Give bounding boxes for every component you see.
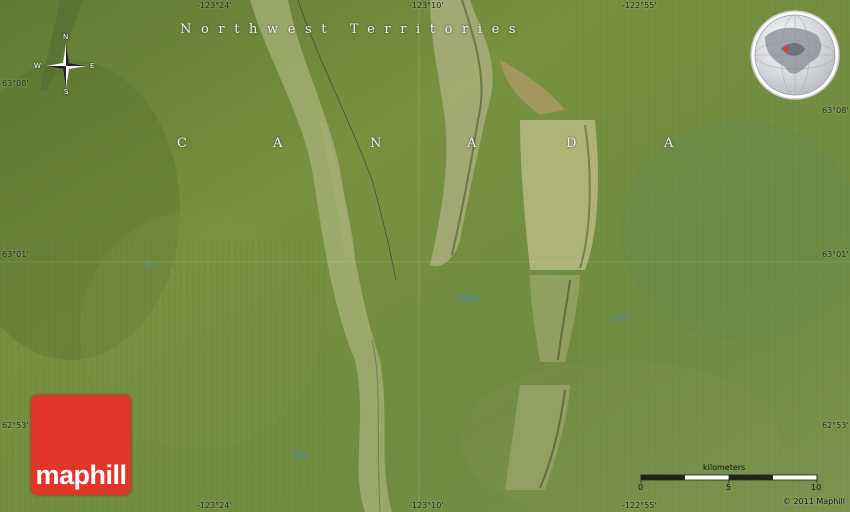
coord-bottom: -123°10' [409, 501, 444, 510]
coord-left: 63°08' [2, 79, 29, 88]
scale-tick-label: 0 [638, 483, 644, 492]
coord-bottom: -123°24' [197, 501, 232, 510]
copyright-text: © 2011 Maphill [782, 497, 845, 506]
scale-tick-label: 10 [811, 483, 822, 492]
country-letter: D [566, 136, 577, 151]
compass-w-label: W [34, 62, 41, 70]
coord-right: 63°01' [822, 250, 849, 259]
country-letter: A [273, 136, 283, 151]
logo-text: maphill [35, 460, 127, 490]
coord-top: -123°24' [197, 1, 232, 10]
scale-tick-label: 5 [726, 483, 732, 492]
coord-left: 63°01' [2, 250, 29, 259]
coord-top: -123°10' [409, 1, 444, 10]
coord-top: -122°55' [622, 1, 657, 10]
country-letter: N [370, 136, 382, 151]
country-letter: C [177, 136, 187, 151]
compass-e-label: E [90, 62, 95, 70]
coord-bottom: -122°55' [622, 501, 657, 510]
country-letter: A [467, 136, 477, 151]
compass-n-label: N [63, 33, 69, 41]
globe-locator-icon [750, 10, 840, 100]
region-label: Northwest Territories [180, 22, 526, 37]
coord-right: 62°53' [822, 421, 849, 430]
compass-s-label: S [64, 88, 69, 96]
maphill-logo[interactable]: maphill [31, 395, 131, 495]
scale-unit-label: kilometers [703, 463, 746, 472]
country-letter: A [664, 136, 674, 151]
coord-left: 62°53' [2, 421, 29, 430]
coord-right: 63°08' [822, 106, 849, 115]
